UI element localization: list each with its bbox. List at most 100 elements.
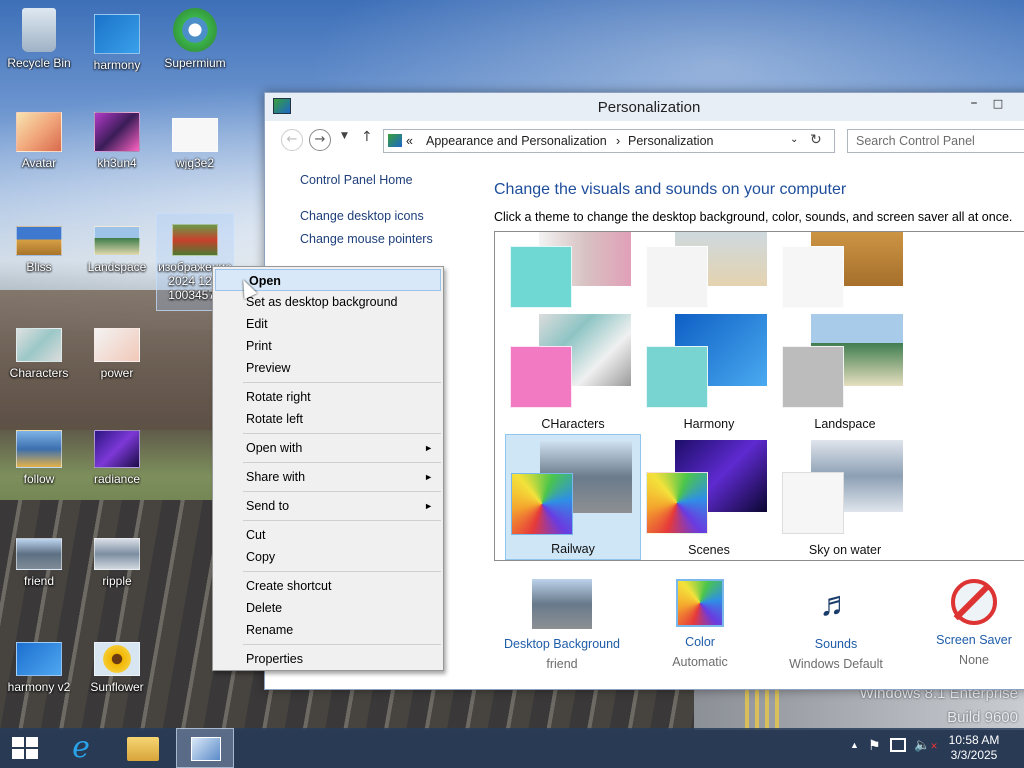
navigation-bar: ← → ▼ ↑ « Appearance and Personalization… bbox=[271, 123, 1024, 157]
desktop-icon-friend[interactable]: friend bbox=[0, 538, 78, 588]
desktop-icon-harmony-v2[interactable]: harmony v2 bbox=[0, 642, 78, 694]
setting-label[interactable]: Color bbox=[635, 635, 765, 649]
image-icon bbox=[16, 538, 62, 570]
theme-gallery[interactable]: Architecture Beach Bliss CHaracters Harm… bbox=[494, 231, 1024, 561]
recent-pages-chevron-icon[interactable]: ▼ bbox=[341, 131, 348, 141]
setting-label[interactable]: Screen Saver bbox=[909, 633, 1024, 647]
action-center-flag-icon[interactable]: ⚑ bbox=[868, 737, 881, 754]
menu-item-label: Edit bbox=[246, 317, 268, 331]
theme-landspace[interactable]: Landspace bbox=[777, 308, 913, 434]
show-hidden-icons-icon[interactable]: ▲ bbox=[850, 740, 859, 750]
desktop-icon-landspace[interactable]: Landspace bbox=[78, 226, 156, 274]
theme-railway[interactable]: Railway bbox=[505, 434, 641, 560]
submenu-arrow-icon: ► bbox=[424, 472, 433, 482]
desktop-icon-wjg3e2[interactable]: wjg3e2 bbox=[156, 118, 234, 170]
up-arrow-icon[interactable]: ↑ bbox=[361, 129, 373, 145]
desktop-icon-bliss[interactable]: Bliss bbox=[0, 226, 78, 274]
menu-item-open-with[interactable]: Open with ► bbox=[213, 437, 443, 459]
theme-scenes[interactable]: Scenes bbox=[641, 434, 777, 560]
menu-separator bbox=[243, 382, 441, 383]
desktop-icon-kh3un4[interactable]: kh3un4 bbox=[78, 112, 156, 170]
image-icon bbox=[94, 538, 140, 570]
menu-item-preview[interactable]: Preview bbox=[213, 357, 443, 379]
menu-item-cut[interactable]: Cut bbox=[213, 524, 443, 546]
search-input[interactable]: Search Control Panel bbox=[847, 129, 1024, 153]
refresh-icon[interactable]: ↻ bbox=[810, 131, 822, 148]
menu-item-rotate-left[interactable]: Rotate left bbox=[213, 408, 443, 430]
setting-label[interactable]: Sounds bbox=[771, 637, 901, 651]
control-panel-taskbar-button[interactable] bbox=[176, 728, 234, 768]
desktop-icon-sunflower[interactable]: Sunflower bbox=[78, 642, 156, 694]
desktop-icon-characters[interactable]: Characters bbox=[0, 328, 78, 380]
volume-muted-icon[interactable]: 🔈✕ bbox=[914, 737, 938, 753]
control-panel-icon bbox=[191, 737, 221, 761]
menu-item-label: Rename bbox=[246, 623, 294, 637]
change-mouse-pointers-link[interactable]: Change mouse pointers bbox=[300, 232, 433, 246]
address-bar[interactable]: « Appearance and Personalization › Perso… bbox=[383, 129, 835, 153]
menu-item-create-shortcut[interactable]: Create shortcut bbox=[213, 575, 443, 597]
title-bar[interactable]: Personalization – □ bbox=[265, 93, 1024, 121]
maximize-button[interactable]: □ bbox=[985, 97, 1011, 119]
theme-color-swatch bbox=[510, 346, 572, 408]
menu-item-print[interactable]: Print bbox=[213, 335, 443, 357]
breadcrumb-appearance[interactable]: Appearance and Personalization bbox=[426, 134, 607, 148]
theme-color-swatch bbox=[646, 246, 708, 308]
submenu-arrow-icon: ► bbox=[424, 443, 433, 453]
desktop-icon-ripple[interactable]: ripple bbox=[78, 538, 156, 588]
menu-item-edit[interactable]: Edit bbox=[213, 313, 443, 335]
desktop-icon-recycle-bin[interactable]: Recycle Bin bbox=[0, 8, 78, 70]
desktop-icon-harmony[interactable]: harmony bbox=[78, 14, 156, 72]
sounds-setting[interactable]: ♬ Sounds Windows Default bbox=[771, 579, 901, 671]
desktop-background-setting[interactable]: Desktop Background friend bbox=[497, 579, 627, 671]
menu-item-label: Properties bbox=[246, 652, 303, 666]
desktop-icon-supermium[interactable]: Supermium bbox=[156, 8, 234, 70]
menu-item-label: Share with bbox=[246, 470, 306, 484]
file-explorer-button[interactable] bbox=[118, 728, 168, 768]
setting-value: Windows Default bbox=[789, 657, 883, 671]
image-icon bbox=[94, 642, 140, 676]
menu-item-rename[interactable]: Rename bbox=[213, 619, 443, 641]
address-dropdown-icon[interactable]: ⌄ bbox=[790, 134, 798, 145]
clock[interactable]: 10:58 AM 3/3/2025 bbox=[944, 733, 1004, 763]
setting-label[interactable]: Desktop Background bbox=[497, 637, 627, 651]
submenu-arrow-icon: ► bbox=[424, 501, 433, 511]
desktop-icon-radiance[interactable]: radiance bbox=[78, 430, 156, 486]
clock-time: 10:58 AM bbox=[948, 733, 1000, 747]
start-button[interactable] bbox=[0, 728, 50, 768]
back-button[interactable]: ← bbox=[281, 129, 303, 151]
sounds-icon: ♬ bbox=[819, 585, 853, 623]
theme-name: Sky on water bbox=[808, 543, 882, 557]
breadcrumb-overflow[interactable]: « bbox=[406, 134, 413, 148]
menu-item-copy[interactable]: Copy bbox=[213, 546, 443, 568]
context-menu: Open Set as desktop background Edit Print Pr… bbox=[212, 266, 444, 671]
internet-explorer-button[interactable]: e bbox=[56, 728, 106, 768]
color-setting[interactable]: Color Automatic bbox=[635, 579, 765, 669]
color-palette-icon bbox=[676, 579, 724, 627]
theme-name: Railway bbox=[551, 542, 595, 556]
theme-name: Landspace bbox=[814, 417, 876, 431]
minimize-button[interactable]: – bbox=[961, 95, 987, 117]
image-icon bbox=[16, 112, 62, 152]
breadcrumb-personalization[interactable]: Personalization bbox=[628, 134, 713, 148]
menu-item-send-to[interactable]: Send to ► bbox=[213, 495, 443, 517]
desktop-icon-avatar[interactable]: Avatar bbox=[0, 112, 78, 170]
theme-characters[interactable]: CHaracters bbox=[505, 308, 641, 434]
menu-item-delete[interactable]: Delete bbox=[213, 597, 443, 619]
control-panel-home-link[interactable]: Control Panel Home bbox=[300, 173, 433, 187]
screen-saver-setting[interactable]: Screen Saver None bbox=[909, 579, 1024, 667]
change-desktop-icons-link[interactable]: Change desktop icons bbox=[300, 209, 433, 223]
desktop-icon-follow[interactable]: follow bbox=[0, 430, 78, 486]
os-build-watermark: Build 9600 bbox=[947, 709, 1018, 726]
theme-harmony[interactable]: Harmony bbox=[641, 308, 777, 434]
image-icon bbox=[16, 328, 62, 362]
setting-value: Automatic bbox=[672, 655, 728, 669]
forward-button[interactable]: → bbox=[309, 129, 331, 151]
menu-item-share-with[interactable]: Share with ► bbox=[213, 466, 443, 488]
menu-item-rotate-right[interactable]: Rotate right bbox=[213, 386, 443, 408]
theme-sky-on-water[interactable]: Sky on water bbox=[777, 434, 913, 560]
network-icon[interactable] bbox=[890, 738, 906, 752]
desktop-icon-power[interactable]: power bbox=[78, 328, 156, 380]
setting-value: None bbox=[959, 653, 989, 667]
menu-item-properties[interactable]: Properties bbox=[213, 648, 443, 670]
breadcrumb-separator: › bbox=[616, 134, 621, 148]
